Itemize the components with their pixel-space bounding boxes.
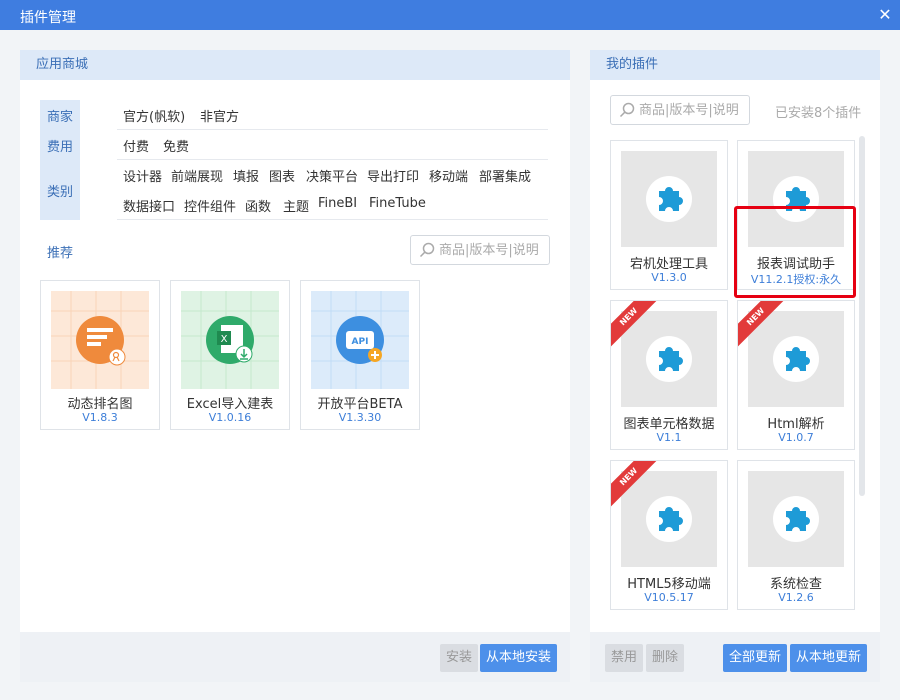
my-plugins-header: 我的插件: [590, 50, 880, 80]
search-icon: [619, 102, 635, 118]
store-header: 应用商城: [20, 50, 570, 80]
puzzle-icon: [748, 471, 844, 567]
plugin-version: V1.0.7: [778, 431, 814, 444]
svg-text:X: X: [221, 334, 228, 345]
plugin-card[interactable]: API 开放平台BETA V1.3.30: [300, 280, 420, 430]
install-local-button[interactable]: 从本地安装: [480, 644, 558, 672]
merchant-filter-row: 官方(帆软) 非官方: [117, 100, 548, 130]
svg-text:API: API: [352, 337, 369, 347]
installed-count: 已安装8个插件: [775, 106, 862, 121]
plugin-name: 宕机处理工具: [629, 257, 708, 272]
plugin-card[interactable]: 动态排名图 V1.8.3: [40, 280, 160, 430]
category-option[interactable]: 填报: [233, 166, 259, 185]
install-button[interactable]: 安装: [440, 644, 479, 672]
plugin-version: V1.2.6: [778, 591, 814, 604]
my-plugins-footer: 禁用 删除 全部更新 从本地更新: [590, 632, 880, 682]
excel-import-icon: X: [181, 291, 279, 389]
merchant-option-unofficial[interactable]: 非官方: [200, 106, 239, 125]
tab-merchant[interactable]: 商家: [40, 106, 80, 125]
category-option[interactable]: 控件组件: [184, 196, 236, 215]
store-search-input[interactable]: [439, 240, 549, 260]
store-search-box[interactable]: [410, 235, 550, 265]
my-search-box[interactable]: [610, 95, 750, 125]
puzzle-icon: [621, 471, 717, 567]
my-plugins-panel: 我的插件 已安装8个插件 宕机处理工具 V1.3.0 报表调试助手 V11.2.…: [590, 50, 880, 682]
category-option[interactable]: FineTube: [369, 196, 426, 211]
merchant-option-official[interactable]: 官方(帆软): [123, 106, 185, 125]
plugin-name: HTML5移动端: [627, 577, 711, 592]
installed-plugin-card[interactable]: 报表调试助手 V11.2.1授权:永久: [737, 140, 855, 290]
store-panel: 应用商城 商家 费用 类别 官方(帆软) 非官方 付费 免费 设计器 前端展现 …: [20, 50, 570, 682]
puzzle-icon: [621, 151, 717, 247]
plugin-version: V1.0.16: [208, 411, 252, 424]
window-titlebar: 插件管理 ✕: [0, 0, 900, 30]
api-platform-icon: API: [311, 291, 409, 389]
category-option[interactable]: 主题: [283, 196, 309, 215]
puzzle-icon: [748, 151, 844, 247]
plugin-name: Excel导入建表: [186, 397, 274, 412]
puzzle-icon: [748, 311, 844, 407]
fee-option-paid[interactable]: 付费: [123, 136, 149, 155]
category-option[interactable]: 前端展现: [171, 166, 223, 185]
plugin-card[interactable]: X Excel导入建表 V1.0.16: [170, 280, 290, 430]
ranking-chart-icon: [51, 291, 149, 389]
fee-filter-row: 付费 免费: [117, 130, 548, 160]
tab-fee[interactable]: 费用: [40, 136, 80, 155]
filter-tabs: 商家 费用 类别: [40, 100, 80, 220]
plugin-name: 动态排名图: [67, 397, 133, 412]
my-search-input[interactable]: [639, 100, 749, 120]
disable-button[interactable]: 禁用: [605, 644, 644, 672]
store-footer: 安装 从本地安装: [20, 632, 570, 682]
plugin-version: V1.3.30: [338, 411, 382, 424]
plugin-version: V1.1: [656, 431, 682, 444]
category-option[interactable]: 决策平台: [306, 166, 358, 185]
update-local-button[interactable]: 从本地更新: [790, 644, 868, 672]
search-icon: [419, 242, 435, 258]
category-option[interactable]: 设计器: [123, 166, 162, 185]
installed-plugin-card[interactable]: NEW Html解析 V1.0.7: [737, 300, 855, 450]
fee-option-free[interactable]: 免费: [163, 136, 189, 155]
category-option[interactable]: 数据接口: [123, 196, 175, 215]
tab-category[interactable]: 类别: [40, 181, 80, 200]
plugin-name: 报表调试助手: [756, 257, 835, 272]
installed-plugin-card[interactable]: NEW 图表单元格数据 V1.1: [610, 300, 728, 450]
plugin-version: V10.5.17: [644, 591, 694, 604]
plugin-name: Html解析: [767, 417, 825, 432]
plugin-name: 系统检查: [769, 577, 822, 592]
category-option[interactable]: 部署集成: [479, 166, 531, 185]
installed-plugin-card[interactable]: NEW HTML5移动端 V10.5.17: [610, 460, 728, 610]
category-option[interactable]: 导出打印: [367, 166, 419, 185]
category-option[interactable]: 函数: [245, 196, 271, 215]
plugin-version: V1.3.0: [651, 271, 687, 284]
plugin-version: V11.2.1授权:永久: [750, 273, 842, 286]
plugin-name: 开放平台BETA: [317, 397, 403, 412]
installed-plugin-card[interactable]: 系统检查 V1.2.6: [737, 460, 855, 610]
category-option[interactable]: FineBI: [318, 196, 357, 211]
plugin-name: 图表单元格数据: [623, 417, 715, 432]
installed-plugin-card[interactable]: 宕机处理工具 V1.3.0: [610, 140, 728, 290]
plugin-list-scrollbar[interactable]: [859, 136, 865, 496]
close-icon[interactable]: ✕: [870, 0, 900, 30]
window-title: 插件管理: [20, 10, 76, 26]
category-filter-row: 设计器 前端展现 填报 图表 决策平台 导出打印 移动端 部署集成 数据接口 控…: [117, 160, 548, 220]
puzzle-icon: [621, 311, 717, 407]
update-all-button[interactable]: 全部更新: [723, 644, 788, 672]
delete-button[interactable]: 删除: [646, 644, 685, 672]
category-option[interactable]: 移动端: [429, 166, 468, 185]
plugin-version: V1.8.3: [82, 411, 118, 424]
recommend-label: 推荐: [47, 246, 74, 261]
category-option[interactable]: 图表: [269, 166, 295, 185]
